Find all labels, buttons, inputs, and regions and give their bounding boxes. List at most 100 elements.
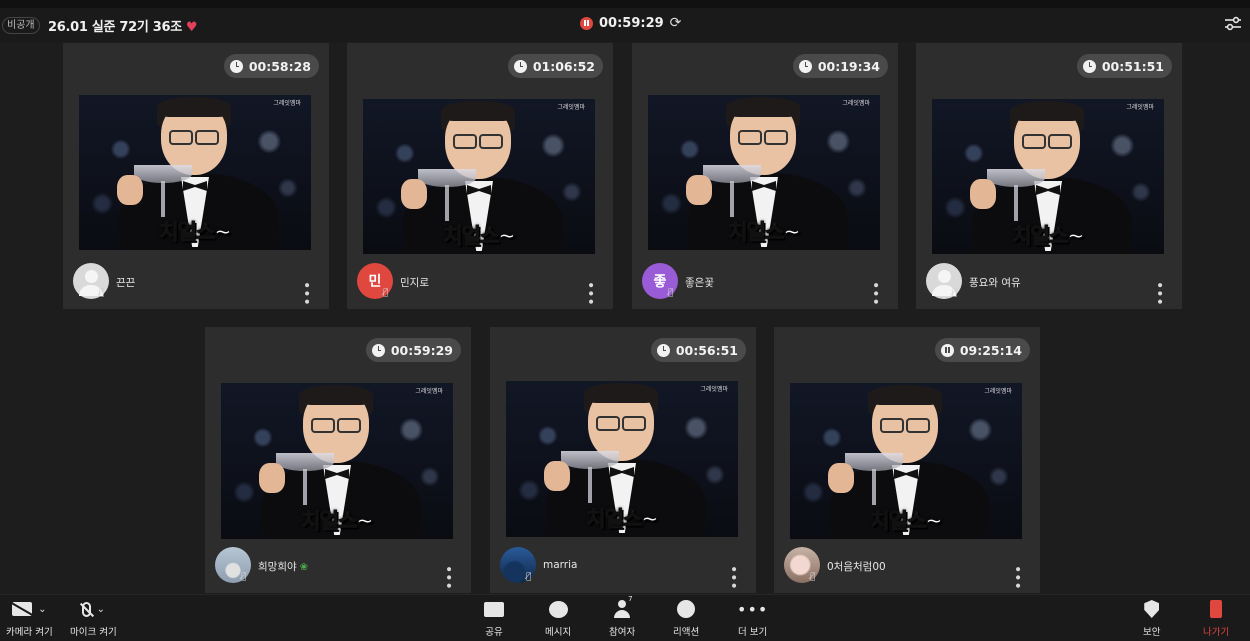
timer-text: 00:19:34 bbox=[817, 58, 880, 74]
timer-text: 00:56:51 bbox=[675, 342, 738, 358]
clock-icon bbox=[229, 59, 243, 73]
chevron-down-icon[interactable]: ⌄ bbox=[38, 604, 46, 615]
participant-tile[interactable]: 00:19:34 그레잇멤마 치얼스~ 좋 🎙̸ 좋은꽃 ••• bbox=[632, 43, 898, 309]
video-feed: 그레잇멤마치얼스~ bbox=[790, 383, 1022, 539]
participant-tile[interactable]: 00:56:51 그레잇멤마 치얼스~ 🎙̸ marria ••• bbox=[490, 327, 756, 593]
recording-status[interactable]: 00:59:29 ⟳ bbox=[580, 15, 681, 31]
exit-icon bbox=[1210, 600, 1223, 618]
meeting-window: 비공개 26.01 실준 72기 36조 ♥ 00:59:29 ⟳ 00:58:2… bbox=[0, 0, 1250, 641]
clock-icon bbox=[798, 59, 812, 73]
security-label: 보안 bbox=[1143, 627, 1161, 638]
refresh-icon[interactable]: ⟳ bbox=[670, 15, 682, 31]
participant-name: 끈끈 bbox=[116, 277, 136, 289]
video-watermark: 그레잇멤마 bbox=[984, 388, 1012, 395]
more-vertical-icon[interactable]: ••• bbox=[1151, 281, 1167, 306]
video-watermark: 그레잇멤마 bbox=[557, 104, 585, 111]
more-label: 더 보기 bbox=[738, 627, 768, 638]
timer-badge: 00:56:51 bbox=[650, 338, 746, 362]
more-vertical-icon[interactable]: ••• bbox=[582, 281, 598, 306]
video-feed: 그레잇멤마 치얼스~ bbox=[648, 95, 880, 250]
chat-bubble-icon bbox=[548, 600, 568, 618]
participant-tile[interactable]: 09:25:14 그레잇멤마치얼스~ 🎙̸ 0처음처럼00 ••• bbox=[774, 327, 1040, 593]
timer-badge: 01:06:52 bbox=[507, 54, 603, 78]
mic-off-icon: 🎙̸ bbox=[99, 288, 105, 298]
more-vertical-icon[interactable]: ••• bbox=[298, 281, 314, 306]
participant-tile[interactable]: 01:06:52 그레잇멤마 치얼스~ 민 🎙̸ 민지로 ••• bbox=[347, 43, 613, 309]
clock-icon bbox=[371, 343, 385, 357]
settings-sliders-icon[interactable] bbox=[1224, 16, 1242, 32]
participant-count-badge: 7 bbox=[628, 595, 633, 603]
video-caption: 치얼스~ bbox=[728, 220, 802, 245]
mic-off-icon: 🎙̸ bbox=[241, 572, 247, 582]
video-caption: 치얼스~ bbox=[1012, 224, 1086, 249]
smile-icon bbox=[677, 600, 696, 618]
clock-icon bbox=[513, 59, 527, 73]
timer-text: 00:51:51 bbox=[1101, 58, 1164, 74]
meeting-title-text: 26.01 실준 72기 36조 bbox=[48, 20, 182, 35]
mic-off-icon: 🎙̸ bbox=[810, 572, 816, 582]
camera-label: 카메라 켜기 bbox=[6, 627, 53, 638]
chat-button[interactable]: 메시지 bbox=[545, 599, 571, 638]
bottom-toolbar: ⌄ 카메라 켜기 ⌄ 마이크 켜기 공유 메시지 7 참여자 리액션 ••• 더… bbox=[0, 594, 1250, 641]
privacy-badge: 비공개 bbox=[2, 17, 40, 34]
video-feed: 그레잇멤마치얼스~ bbox=[506, 381, 738, 537]
mic-off-icon: 🎙̸ bbox=[952, 288, 958, 298]
leave-button[interactable]: 나가기 bbox=[1203, 599, 1229, 638]
share-button[interactable]: 공유 bbox=[484, 599, 504, 638]
mic-off-icon: 🎙̸ bbox=[383, 288, 389, 298]
participant-tile[interactable]: 00:58:28 그레잇멤마 치얼스~ 🎙̸ 끈끈 ••• bbox=[63, 43, 329, 309]
mic-button[interactable]: ⌄ 마이크 켜기 bbox=[70, 599, 117, 638]
participant-name: 좋은꽃 bbox=[685, 277, 714, 289]
reaction-label: 리액션 bbox=[673, 627, 700, 638]
clock-icon bbox=[656, 343, 670, 357]
more-vertical-icon[interactable]: ••• bbox=[1009, 565, 1025, 590]
more-horizontal-icon: ••• bbox=[737, 599, 769, 619]
timer-text: 00:59:29 bbox=[390, 342, 453, 358]
mic-off-icon: 🎙̸ bbox=[526, 572, 532, 582]
video-caption: 치얼스~ bbox=[586, 507, 660, 532]
participant-tile[interactable]: 00:59:29 그레잇멤마 치얼스~ 🎙̸ 희망희야 ❀ ••• bbox=[205, 327, 471, 593]
video-feed: 그레잇멤마치얼스~ bbox=[932, 99, 1164, 254]
more-vertical-icon[interactable]: ••• bbox=[867, 281, 883, 306]
more-vertical-icon[interactable]: ••• bbox=[440, 565, 456, 590]
participant-name: 희망희야 ❀ bbox=[258, 559, 308, 574]
participant-tile[interactable]: 00:51:51 그레잇멤마치얼스~ 🎙̸ 풍요와 여유 ••• bbox=[916, 43, 1182, 309]
video-watermark: 그레잇멤마 bbox=[1126, 104, 1154, 111]
more-vertical-icon[interactable]: ••• bbox=[725, 565, 741, 590]
participant-name: 풍요와 여유 bbox=[969, 277, 1021, 289]
timer-text: 01:06:52 bbox=[532, 58, 595, 74]
chat-label: 메시지 bbox=[545, 627, 572, 638]
mic-off-icon: 🎙̸ bbox=[668, 288, 674, 298]
timer-text: 09:25:14 bbox=[959, 342, 1022, 358]
more-button[interactable]: ••• 더 보기 bbox=[737, 599, 769, 639]
clover-icon: ❀ bbox=[299, 562, 309, 573]
clock-icon bbox=[1082, 59, 1096, 73]
camera-off-icon bbox=[12, 602, 33, 616]
shield-icon bbox=[1144, 600, 1160, 618]
participants-label: 참여자 bbox=[609, 627, 636, 638]
share-screen-icon bbox=[484, 601, 504, 617]
video-caption: 치얼스~ bbox=[301, 509, 375, 534]
video-watermark: 그레잇멤마 bbox=[700, 386, 728, 393]
recording-pause-icon[interactable] bbox=[580, 16, 593, 30]
share-label: 공유 bbox=[485, 627, 503, 638]
reaction-button[interactable]: 리액션 bbox=[673, 599, 699, 638]
top-bar: 비공개 26.01 실준 72기 36조 ♥ 00:59:29 ⟳ bbox=[0, 0, 1250, 42]
timer-badge: 00:58:28 bbox=[223, 54, 319, 78]
video-feed: 그레잇멤마 치얼스~ bbox=[363, 99, 595, 254]
participant-name: 0처음처럼00 bbox=[827, 561, 886, 573]
video-caption: 치얼스~ bbox=[159, 220, 233, 245]
mic-label: 마이크 켜기 bbox=[70, 627, 117, 638]
timer-badge: 09:25:14 bbox=[934, 338, 1030, 362]
participants-button[interactable]: 7 참여자 bbox=[609, 595, 636, 638]
timer-badge: 00:51:51 bbox=[1076, 54, 1172, 78]
camera-button[interactable]: ⌄ 카메라 켜기 bbox=[6, 599, 53, 638]
recording-time: 00:59:29 bbox=[599, 15, 664, 31]
participant-name: 민지로 bbox=[400, 277, 429, 289]
chevron-down-icon[interactable]: ⌄ bbox=[97, 604, 105, 615]
participant-name-text: 희망희야 bbox=[258, 561, 297, 573]
security-button[interactable]: 보안 bbox=[1143, 599, 1160, 638]
video-caption: 치얼스~ bbox=[870, 509, 944, 534]
pause-icon bbox=[940, 343, 954, 357]
video-feed: 그레잇멤마 치얼스~ bbox=[79, 95, 311, 250]
